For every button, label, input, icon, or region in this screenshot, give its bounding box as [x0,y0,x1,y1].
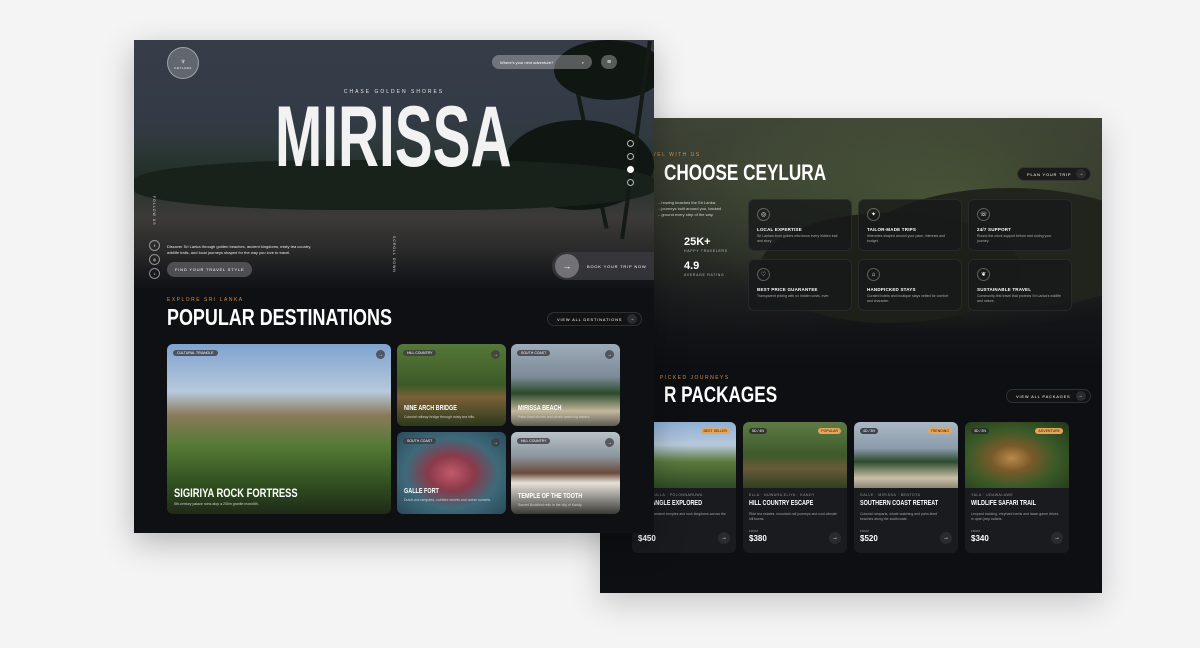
menu-icon[interactable]: ≡ [601,55,617,69]
destination-tag: HILL COUNTRY [517,438,551,444]
slide-dot[interactable] [627,153,634,160]
arrow-right-icon[interactable]: → [940,532,952,544]
search-icon: ⌕ [581,59,584,65]
destinations-eyebrow: EXPLORE SRI LANKA [167,297,244,303]
plan-trip-button[interactable]: PLAN YOUR TRIP → [1017,167,1092,181]
destination-card[interactable]: SOUTH COAST → MIRISSA BEACH Palm-lined s… [511,344,620,426]
package-price: $520 [860,534,878,543]
leaf-icon: ❦ [977,268,990,281]
arrow-right-icon[interactable]: → [605,438,614,447]
destination-tag: SOUTH COAST [517,350,551,356]
why-choose-title: CHOOSE CEYLURA [664,160,827,185]
heart-icon: ♡ [757,268,770,281]
feature-card: ♡ BEST PRICE GUARANTEE Transparent pricin… [748,259,852,311]
package-card[interactable]: 5D / 4N POPULAR ELLA · NUWARA ELIYA · KA… [743,422,847,553]
pin-icon: ◎ [757,208,770,221]
book-trip-button[interactable]: → BOOK YOUR TRIP NOW [552,252,654,280]
slide-dot[interactable] [627,179,634,186]
arrow-right-icon[interactable]: → [376,350,385,359]
slide-dot-active[interactable] [627,166,634,173]
package-price: $450 [638,534,656,543]
hero-title: MIRISSA [275,89,512,185]
headset-icon: ☏ [977,208,990,221]
package-badge: TRENDING [927,428,952,434]
package-price: $380 [749,534,767,543]
destination-tag: SOUTH COAST [403,438,437,444]
tiktok-icon[interactable]: ♪ [149,268,160,279]
feature-card: ◎ LOCAL EXPERTISE Sri Lankan-born guides … [748,199,852,251]
search-input[interactable]: Where's your next adventure? ⌕ [492,55,592,69]
home-page: ♆ CEYLURA Where's your next adventure? ⌕… [134,40,654,533]
arrow-right-icon: → [1076,169,1087,179]
destination-card[interactable]: HILL COUNTRY → NINE ARCH BRIDGE Colonial… [397,344,506,426]
view-all-packages-button[interactable]: VIEW ALL PACKAGES → [1006,389,1091,403]
arrow-right-icon[interactable]: → [718,532,730,544]
destination-card[interactable]: HILL COUNTRY → TEMPLE OF THE TOOTH Sacre… [511,432,620,514]
home-icon: ⌂ [867,268,880,281]
arrow-right-icon: → [1075,391,1086,401]
packages-eyebrow: PICKED JOURNEYS [660,375,730,381]
package-price: $340 [971,534,989,543]
instagram-icon[interactable]: ◎ [149,254,160,265]
view-all-destinations-button[interactable]: VIEW ALL DESTINATIONS → [547,312,643,326]
slide-dot[interactable] [627,140,634,147]
feature-card: ☏ 24/7 SUPPORT Round-the-clock support be… [968,199,1072,251]
package-badge: POPULAR [818,428,841,434]
feature-card: ✦ TAILOR-MADE TRIPS Itineraries shaped ar… [858,199,962,251]
package-card[interactable]: 4D / 3N TRENDING GALLE · MIRISSA · BENTO… [854,422,958,553]
package-card[interactable]: 3D / 2N ADVENTURE YALA · UDAWALAWE WILDL… [965,422,1069,553]
arrow-right-icon[interactable]: → [829,532,841,544]
travel-style-button[interactable]: FIND YOUR TRAVEL STYLE [167,262,253,277]
destination-card-featured[interactable]: CULTURAL TRIANGLE → SIGIRIYA ROCK FORTRE… [167,344,391,514]
why-choose-eyebrow: AVEL WITH US [648,152,701,158]
destination-card[interactable]: SOUTH COAST → GALLE FORT Dutch-era rampa… [397,432,506,514]
why-choose-page: AVEL WITH US CHOOSE CEYLURA ...howing be… [600,118,1102,593]
why-choose-desc: ...howing beaches the Sri Lanka. ...jour… [658,200,722,217]
destination-tag: CULTURAL TRIANGLE [173,350,218,356]
packages-title: R PACKAGES [664,382,778,407]
follow-us-label: FOLLOW US [152,196,156,226]
package-badge: ADVENTURE [1035,428,1063,434]
stat-rating: 4.9 AVERAGE RATING [684,260,725,277]
destinations-title: POPULAR DESTINATIONS [167,304,392,330]
logo-mark-icon: ♆ [180,56,186,66]
destination-tag: HILL COUNTRY [403,350,437,356]
package-badge: BEST SELLER [700,428,730,434]
arrow-right-icon: → [555,254,579,278]
feature-card: ⌂ HANDPICKED STAYS Curated hotels and bou… [858,259,962,311]
feature-card: ❦ SUSTAINABLE TRAVEL Community-first trav… [968,259,1072,311]
compass-icon: ✦ [867,208,880,221]
arrow-right-icon[interactable]: → [605,350,614,359]
hero-intro: Discover Sri Lanka through golden beache… [167,244,312,255]
arrow-right-icon[interactable]: → [1051,532,1063,544]
brand-logo[interactable]: ♆ CEYLURA [167,47,199,79]
arrow-right-icon[interactable]: → [491,350,500,359]
arrow-right-icon[interactable]: → [491,438,500,447]
facebook-icon[interactable]: f [149,240,160,251]
stat-travelers: 25K+ HAPPY TRAVELERS [684,236,728,253]
arrow-right-icon: → [627,314,638,324]
scroll-down-label: SCROLL DOWN [392,236,396,273]
